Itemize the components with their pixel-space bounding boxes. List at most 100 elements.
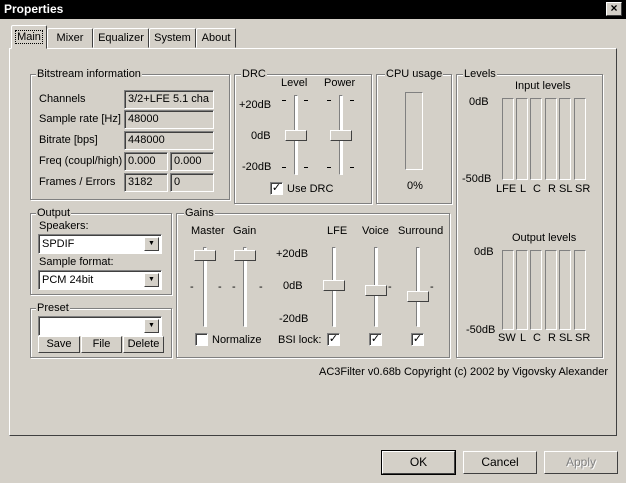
- output-meter-sl: [559, 250, 571, 330]
- preset-save-button[interactable]: Save: [38, 336, 80, 353]
- cpu-title: CPU usage: [385, 68, 444, 80]
- output-meter-sw: [502, 250, 514, 330]
- bsi-lock-label: BSI lock:: [278, 334, 322, 346]
- input-meter-lfe: [502, 98, 514, 180]
- surround-label: Surround: [398, 225, 444, 237]
- channels-value: 3/2+LFE 5.1 cha: [124, 90, 214, 109]
- preset-delete-button[interactable]: Delete: [123, 336, 164, 353]
- input-channel-l: L: [520, 183, 527, 195]
- input-channel-sl: SL: [559, 183, 573, 195]
- input-meter-sr: [574, 98, 586, 180]
- output-levels-title: Output levels: [512, 232, 577, 244]
- ok-button[interactable]: OK: [381, 450, 456, 475]
- gain-slider[interactable]: [234, 250, 256, 261]
- tab-equalizer[interactable]: Equalizer: [93, 28, 149, 48]
- input-levels-top: 0dB: [469, 96, 489, 108]
- close-button[interactable]: ×: [606, 2, 622, 16]
- surround-slider[interactable]: [407, 291, 429, 303]
- sample-format-label: Sample format:: [39, 256, 114, 268]
- drc-tick: [350, 167, 354, 168]
- gains-scale-bot: -20dB: [279, 313, 309, 325]
- chevron-down-icon[interactable]: ▼: [144, 237, 159, 251]
- drc-tick: [327, 167, 331, 168]
- use-drc-checkbox[interactable]: ✓: [270, 182, 283, 195]
- surround-lock-checkbox[interactable]: ✓: [411, 333, 424, 346]
- normalize-label: Normalize: [212, 334, 262, 346]
- freq-high-value: 0.000: [170, 152, 214, 171]
- preset-title: Preset: [36, 302, 70, 314]
- drc-tick: [327, 100, 331, 101]
- master-label: Master: [191, 225, 225, 237]
- close-icon: ×: [610, 1, 618, 15]
- drc-scale-mid: 0dB: [251, 130, 271, 142]
- drc-scale-bot: -20dB: [242, 161, 272, 173]
- speakers-value: SPDIF: [42, 238, 75, 250]
- normalize-checkbox[interactable]: [195, 333, 208, 346]
- drc-tick: [304, 167, 308, 168]
- frames-value: 3182: [124, 173, 168, 192]
- input-channel-lfe: LFE: [496, 183, 517, 195]
- drc-level-slider[interactable]: [285, 129, 307, 141]
- output-levels-bottom: -50dB: [466, 324, 496, 336]
- preset-select[interactable]: ▼: [38, 316, 162, 336]
- sample-rate-value: 48000: [124, 110, 214, 129]
- gain-label: Gain: [233, 225, 257, 237]
- output-meter-l: [516, 250, 528, 330]
- bitstream-title: Bitstream information: [36, 68, 142, 80]
- title-bar: Properties: [0, 0, 626, 19]
- input-levels-title: Input levels: [515, 80, 571, 92]
- drc-tick: [304, 100, 308, 101]
- chevron-down-icon[interactable]: ▼: [144, 273, 159, 287]
- check-icon: ✓: [370, 333, 381, 345]
- check-icon: ✓: [328, 333, 339, 345]
- cpu-value: 0%: [407, 180, 423, 192]
- chevron-down-icon[interactable]: ▼: [144, 319, 159, 333]
- voice-lock-checkbox[interactable]: ✓: [369, 333, 382, 346]
- output-meter-r: [545, 250, 557, 330]
- voice-slider[interactable]: [365, 285, 387, 297]
- sample-format-select[interactable]: PCM 24bit ▼: [38, 270, 162, 290]
- drc-power-slider[interactable]: [330, 129, 352, 141]
- drc-level-label: Level: [281, 77, 308, 89]
- voice-label: Voice: [362, 225, 389, 237]
- cancel-button[interactable]: Cancel: [463, 451, 537, 474]
- cpu-meter: [405, 92, 423, 170]
- errors-value: 0: [170, 173, 214, 192]
- bsi-lock-checkbox[interactable]: ✓: [327, 333, 340, 346]
- output-channel-r: R: [548, 332, 556, 344]
- input-channel-sr: SR: [575, 183, 591, 195]
- check-icon: ✓: [271, 182, 282, 194]
- tab-mixer[interactable]: Mixer: [47, 28, 93, 48]
- gains-dash: -: [430, 281, 434, 293]
- lfe-slider[interactable]: [323, 279, 345, 291]
- output-channel-sl: SL: [559, 332, 573, 344]
- drc-scale-top: +20dB: [239, 99, 272, 111]
- lfe-label: LFE: [327, 225, 348, 237]
- tab-about[interactable]: About: [196, 28, 236, 48]
- drc-power-label: Power: [324, 77, 356, 89]
- tab-main[interactable]: Main: [11, 25, 47, 49]
- input-meter-r: [545, 98, 557, 180]
- speakers-select[interactable]: SPDIF ▼: [38, 234, 162, 254]
- apply-button[interactable]: Apply: [544, 451, 618, 474]
- drc-tick: [350, 100, 354, 101]
- gains-dash: -: [388, 281, 392, 293]
- gains-title: Gains: [184, 207, 215, 219]
- input-channel-r: R: [548, 183, 556, 195]
- drc-tick: [282, 167, 286, 168]
- input-meter-sl: [559, 98, 571, 180]
- gains-dash: -: [218, 281, 222, 293]
- drc-tick: [282, 100, 286, 101]
- input-channel-c: C: [533, 183, 541, 195]
- input-meter-l: [516, 98, 528, 180]
- master-slider[interactable]: [194, 250, 216, 261]
- input-meter-c: [530, 98, 542, 180]
- tab-system[interactable]: System: [149, 28, 196, 48]
- preset-file-button[interactable]: File: [81, 336, 122, 353]
- output-channel-l: L: [520, 332, 527, 344]
- gains-scale-top: +20dB: [276, 248, 309, 260]
- check-icon: ✓: [412, 333, 423, 345]
- surround-track: [416, 247, 420, 327]
- freq-coupl-value: 0.000: [124, 152, 168, 171]
- copyright-text: AC3Filter v0.68b Copyright (c) 2002 by V…: [319, 366, 608, 378]
